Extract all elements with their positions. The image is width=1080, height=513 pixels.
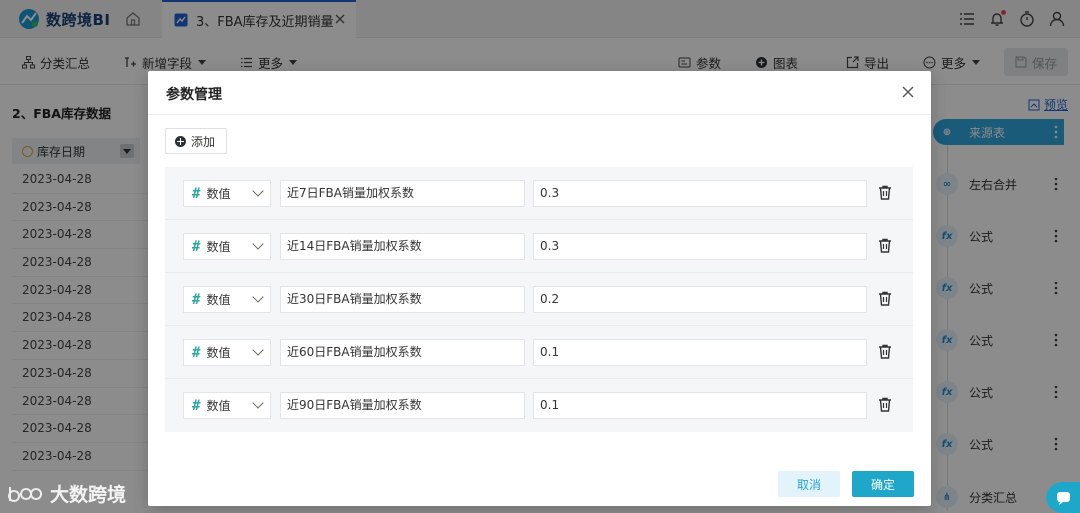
param-type-select[interactable]: # 数值	[183, 286, 271, 313]
param-value-input[interactable]: 0.3	[533, 180, 867, 207]
hash-icon: #	[192, 291, 201, 308]
dialog-title: 参数管理	[166, 87, 222, 103]
param-value-input[interactable]: 0.2	[533, 286, 867, 313]
trash-icon[interactable]	[878, 185, 892, 200]
param-type-label: 数值	[206, 240, 231, 254]
trash-icon[interactable]	[878, 291, 892, 306]
chevron-down-icon	[252, 291, 264, 303]
add-label: 添加	[191, 134, 216, 149]
param-type-select[interactable]: # 数值	[183, 392, 271, 419]
hash-icon: #	[192, 344, 201, 361]
param-type-label: 数值	[206, 187, 231, 201]
param-row: # 数值 近60日FBA销量加权系数 0.1	[165, 326, 913, 379]
param-name-input[interactable]: 近30日FBA销量加权系数	[280, 286, 525, 313]
hash-icon: #	[192, 185, 201, 202]
add-circle-icon	[175, 135, 186, 147]
chevron-down-icon	[252, 238, 264, 250]
param-list: # 数值 近7日FBA销量加权系数 0.3 # 数值 近14日FBA销量加权系数…	[165, 167, 913, 432]
param-type-select[interactable]: # 数值	[183, 339, 271, 366]
hash-icon: #	[192, 238, 201, 255]
chat-icon	[1057, 492, 1070, 505]
trash-icon[interactable]	[878, 344, 892, 359]
add-param-button[interactable]: 添加	[165, 128, 227, 154]
hash-icon: #	[192, 397, 201, 414]
param-value-input[interactable]: 0.3	[533, 233, 867, 260]
watermark-text: 大数跨境	[50, 484, 127, 506]
chevron-down-icon	[252, 344, 264, 356]
watermark: 大数跨境	[6, 480, 126, 507]
param-name-input[interactable]: 近60日FBA销量加权系数	[280, 339, 525, 366]
param-type-select[interactable]: # 数值	[183, 233, 271, 260]
param-row: # 数值 近90日FBA销量加权系数 0.1	[165, 379, 913, 432]
param-value-input[interactable]: 0.1	[533, 392, 867, 419]
confirm-button[interactable]: 确定	[852, 471, 914, 497]
trash-icon[interactable]	[878, 238, 892, 253]
param-name-input[interactable]: 近90日FBA销量加权系数	[280, 392, 525, 419]
param-value-input[interactable]: 0.1	[533, 339, 867, 366]
chevron-down-icon	[252, 397, 264, 409]
watermark-logo-icon	[8, 486, 43, 502]
param-type-select[interactable]: # 数值	[183, 180, 271, 207]
param-name-input[interactable]: 近14日FBA销量加权系数	[280, 233, 525, 260]
param-row: # 数值 近30日FBA销量加权系数 0.2	[165, 273, 913, 326]
chat-support-button[interactable]	[1046, 482, 1080, 513]
param-type-label: 数值	[206, 293, 231, 307]
param-row: # 数值 近14日FBA销量加权系数 0.3	[165, 220, 913, 273]
chevron-down-icon	[252, 185, 264, 197]
param-manager-dialog: 参数管理 添加 # 数值 近7日FBA销量加权系数 0.3 # 数值 近14日F…	[148, 71, 931, 506]
close-icon[interactable]	[901, 85, 915, 99]
cancel-button[interactable]: 取消	[778, 471, 840, 497]
param-row: # 数值 近7日FBA销量加权系数 0.3	[165, 167, 913, 220]
dialog-header: 参数管理	[148, 71, 931, 115]
param-type-label: 数值	[206, 346, 231, 360]
param-name-input[interactable]: 近7日FBA销量加权系数	[280, 180, 525, 207]
param-type-label: 数值	[206, 399, 231, 413]
trash-icon[interactable]	[878, 397, 892, 412]
